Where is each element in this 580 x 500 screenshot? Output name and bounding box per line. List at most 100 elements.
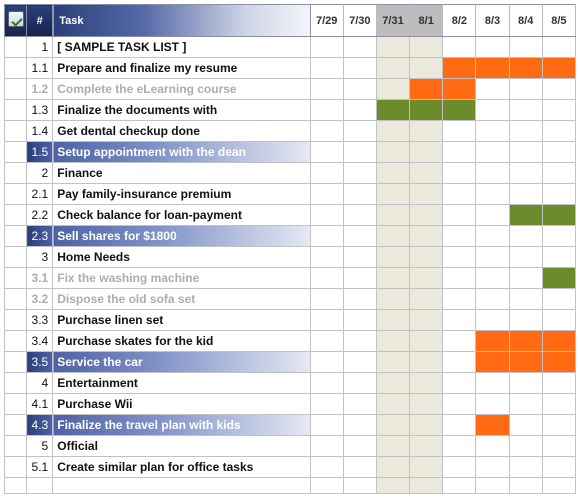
gantt-empty-cell[interactable] [343,205,376,226]
gantt-bar-segment[interactable] [410,79,443,100]
gantt-empty-cell[interactable] [542,79,575,100]
gantt-empty-cell[interactable] [310,37,343,58]
gantt-bar-segment[interactable] [542,58,575,79]
gantt-empty-cell[interactable] [476,436,509,457]
gantt-empty-cell[interactable] [542,436,575,457]
table-row[interactable]: 1.2Complete the eLearning course [5,79,576,100]
table-row[interactable]: 1.3Finalize the documents with [5,100,576,121]
row-task-label[interactable]: Pay family-insurance premium [53,184,310,205]
table-row[interactable]: 3.4Purchase skates for the kid [5,331,576,352]
gantt-empty-cell[interactable] [310,79,343,100]
row-check-cell[interactable] [5,58,27,79]
gantt-empty-cell[interactable] [443,121,476,142]
gantt-empty-cell[interactable] [476,247,509,268]
gantt-empty-cell[interactable] [410,331,443,352]
row-task-label[interactable]: Purchase linen set [53,310,310,331]
gantt-empty-cell[interactable] [310,289,343,310]
gantt-empty-cell[interactable] [310,310,343,331]
gantt-empty-cell[interactable] [376,457,409,478]
gantt-empty-cell[interactable] [376,226,409,247]
gantt-empty-cell[interactable] [443,163,476,184]
row-task-label[interactable]: Purchase skates for the kid [53,331,310,352]
header-task[interactable]: Task [53,5,310,37]
gantt-bar-segment[interactable] [509,352,542,373]
row-task-label[interactable]: Check balance for loan-payment [53,205,310,226]
gantt-empty-cell[interactable] [476,121,509,142]
gantt-empty-cell[interactable] [376,205,409,226]
gantt-empty-cell[interactable] [376,79,409,100]
gantt-empty-cell[interactable] [509,37,542,58]
row-check-cell[interactable] [5,268,27,289]
gantt-bar-segment[interactable] [509,205,542,226]
gantt-bar-segment[interactable] [443,79,476,100]
header-day[interactable]: 7/30 [343,5,376,37]
table-row[interactable]: 2.1Pay family-insurance premium [5,184,576,205]
row-task-label[interactable]: Purchase Wii [53,394,310,415]
gantt-bar-segment[interactable] [443,58,476,79]
gantt-empty-cell[interactable] [509,268,542,289]
gantt-empty-cell[interactable] [343,331,376,352]
gantt-bar-segment[interactable] [476,58,509,79]
table-row[interactable]: 2.2Check balance for loan-payment [5,205,576,226]
gantt-empty-cell[interactable] [376,268,409,289]
gantt-empty-cell[interactable] [542,373,575,394]
gantt-empty-cell[interactable] [410,184,443,205]
gantt-empty-cell[interactable] [542,310,575,331]
row-check-cell[interactable] [5,247,27,268]
gantt-empty-cell[interactable] [476,394,509,415]
gantt-empty-cell[interactable] [410,37,443,58]
gantt-empty-cell[interactable] [343,373,376,394]
table-row[interactable]: 3.1Fix the washing machine [5,268,576,289]
gantt-empty-cell[interactable] [509,415,542,436]
gantt-empty-cell[interactable] [310,352,343,373]
gantt-empty-cell[interactable] [310,247,343,268]
gantt-empty-cell[interactable] [310,142,343,163]
table-row[interactable]: 1[ SAMPLE TASK LIST ] [5,37,576,58]
gantt-empty-cell[interactable] [310,373,343,394]
gantt-empty-cell[interactable] [310,436,343,457]
gantt-empty-cell[interactable] [443,37,476,58]
row-check-cell[interactable] [5,100,27,121]
gantt-empty-cell[interactable] [376,142,409,163]
gantt-empty-cell[interactable] [376,163,409,184]
header-day[interactable]: 8/1 [410,5,443,37]
row-check-cell[interactable] [5,163,27,184]
table-row[interactable]: 3.5Service the car [5,352,576,373]
gantt-empty-cell[interactable] [310,415,343,436]
gantt-bar-segment[interactable] [376,100,409,121]
gantt-empty-cell[interactable] [542,457,575,478]
gantt-empty-cell[interactable] [509,142,542,163]
gantt-empty-cell[interactable] [509,100,542,121]
gantt-empty-cell[interactable] [443,226,476,247]
table-row[interactable]: 5Official [5,436,576,457]
gantt-empty-cell[interactable] [376,58,409,79]
table-row[interactable]: 3Home Needs [5,247,576,268]
gantt-empty-cell[interactable] [310,457,343,478]
gantt-empty-cell[interactable] [376,394,409,415]
gantt-empty-cell[interactable] [410,247,443,268]
gantt-empty-cell[interactable] [542,163,575,184]
row-check-cell[interactable] [5,331,27,352]
gantt-empty-cell[interactable] [509,184,542,205]
gantt-empty-cell[interactable] [410,205,443,226]
gantt-empty-cell[interactable] [376,373,409,394]
gantt-bar-segment[interactable] [542,268,575,289]
gantt-empty-cell[interactable] [542,247,575,268]
gantt-empty-cell[interactable] [310,331,343,352]
row-task-label[interactable]: Prepare and finalize my resume [53,58,310,79]
gantt-empty-cell[interactable] [343,184,376,205]
gantt-empty-cell[interactable] [410,310,443,331]
gantt-bar-segment[interactable] [476,352,509,373]
table-row[interactable]: 2.3Sell shares for $1800 [5,226,576,247]
gantt-empty-cell[interactable] [343,37,376,58]
gantt-empty-cell[interactable] [509,289,542,310]
gantt-empty-cell[interactable] [542,37,575,58]
gantt-empty-cell[interactable] [410,415,443,436]
header-num[interactable]: # [27,5,53,37]
gantt-empty-cell[interactable] [410,394,443,415]
row-check-cell[interactable] [5,352,27,373]
table-row[interactable]: 1.1Prepare and finalize my resume [5,58,576,79]
gantt-empty-cell[interactable] [476,100,509,121]
gantt-bar-segment[interactable] [542,352,575,373]
gantt-empty-cell[interactable] [476,205,509,226]
